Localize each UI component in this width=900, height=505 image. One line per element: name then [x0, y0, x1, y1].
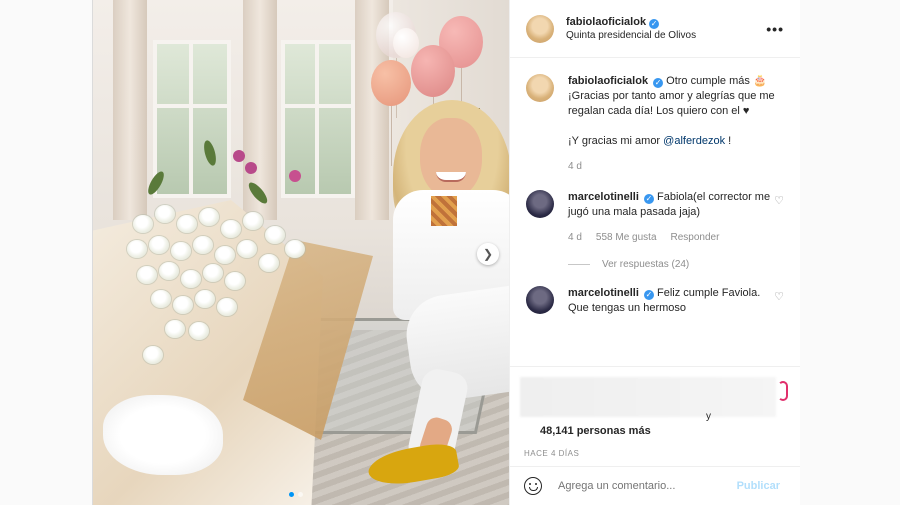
post-side-panel: fabiolaoficialok ✓ Quinta presidencial de… [509, 0, 800, 505]
post-location[interactable]: Quinta presidencial de Olivos [566, 29, 696, 43]
post-date[interactable]: HACE 4 DÍAS [524, 449, 579, 458]
more-options-icon[interactable]: ••• [766, 21, 784, 37]
view-replies-button[interactable]: Ver respuestas (24) [510, 245, 800, 270]
caption-mention[interactable]: @alferdezok [663, 135, 725, 147]
comment-time[interactable]: 4 d [568, 230, 582, 245]
blurred-action-bar [520, 377, 776, 417]
verified-badge-icon: ✓ [643, 290, 654, 300]
carousel-dots [289, 492, 303, 497]
comment-likes[interactable]: 558 Me gusta [596, 230, 657, 245]
post-photo[interactable]: ❯ [93, 0, 509, 505]
emoji-icon[interactable] [524, 477, 542, 495]
verified-badge-icon: ✓ [653, 78, 664, 88]
reply-button[interactable]: Responder [671, 230, 720, 245]
comment-username[interactable]: marcelotinelli [568, 287, 639, 299]
avatar[interactable] [526, 286, 554, 314]
heart-outline-icon[interactable]: ♡ [774, 194, 784, 207]
caption-text-2: ¡Y gracias mi amor [568, 135, 664, 147]
caption-username[interactable]: fabiolaoficialok [568, 75, 648, 87]
bouquet-ribbon [103, 395, 223, 475]
comment-username[interactable]: marcelotinelli [568, 191, 639, 203]
heart-outline-icon[interactable]: ♡ [774, 290, 784, 303]
balloon [371, 60, 411, 166]
comment: marcelotinelli ✓ Fabiola(el corrector me … [510, 174, 800, 245]
highlight-icon[interactable] [778, 381, 788, 401]
carousel-dot [298, 492, 303, 497]
add-comment-bar: Publicar [510, 466, 800, 505]
caption: fabiolaoficialok ✓ Otro cumple más 🎂 ¡Gra… [510, 58, 800, 174]
comment-input[interactable] [556, 479, 731, 493]
avatar[interactable] [526, 74, 554, 102]
verified-badge-icon: ✓ [649, 19, 660, 29]
likes-count[interactable]: 48,141 personas más [540, 425, 651, 437]
caption-time[interactable]: 4 d [568, 159, 582, 174]
avatar[interactable] [526, 190, 554, 218]
avatar[interactable] [526, 14, 554, 43]
comments-list[interactable]: fabiolaoficialok ✓ Otro cumple más 🎂 ¡Gra… [510, 58, 800, 366]
post-header: fabiolaoficialok ✓ Quinta presidencial de… [510, 0, 800, 58]
balloon [411, 45, 455, 157]
post-actions: y 48,141 personas más HACE 4 DÍAS [510, 366, 800, 467]
verified-badge-icon: ✓ [643, 194, 654, 204]
post-username[interactable]: fabiolaoficialok [566, 16, 646, 28]
carousel-dot-active [289, 492, 294, 497]
publish-button[interactable]: Publicar [731, 479, 786, 493]
comment: marcelotinelli ✓ Feliz cumple Faviola. Qu… [510, 270, 800, 316]
post-frame: ❯ fabiolaoficialok ✓ Quinta presidencial … [92, 0, 800, 505]
chevron-right-icon[interactable]: ❯ [477, 243, 499, 265]
